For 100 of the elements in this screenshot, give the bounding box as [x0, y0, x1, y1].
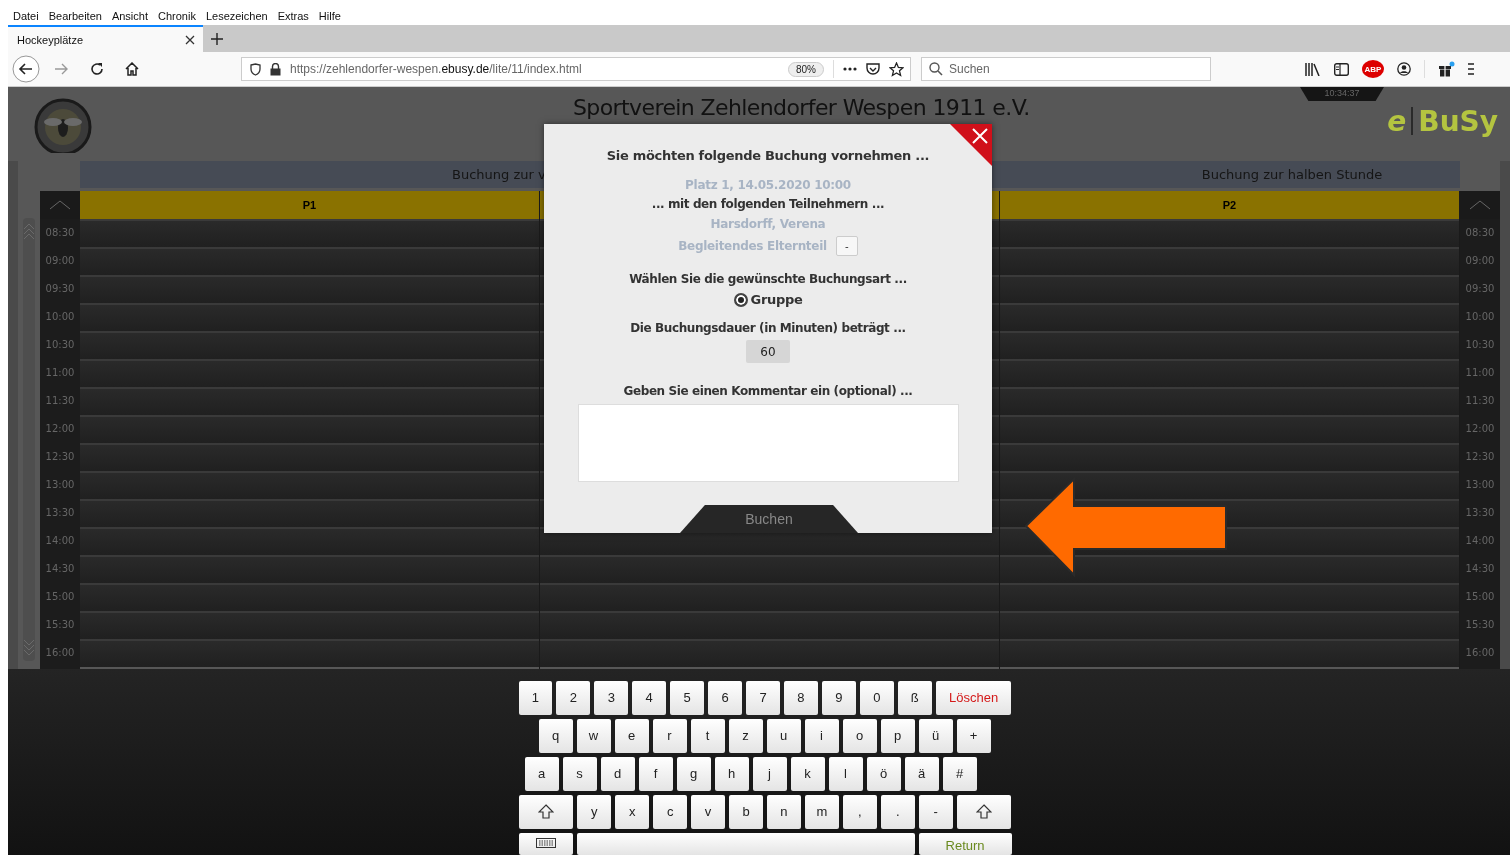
keyboard-key[interactable]: p [880, 719, 915, 753]
keyboard-key[interactable]: t [690, 719, 725, 753]
menu-item[interactable]: Bearbeiten [48, 10, 102, 23]
keyboard-key[interactable]: 9 [821, 681, 856, 715]
more-icon[interactable] [843, 67, 857, 72]
keyboard-key[interactable]: - [918, 795, 953, 829]
search-field[interactable]: Suchen [921, 57, 1211, 82]
time-label: 14:30 [1464, 562, 1496, 577]
keyboard-icon [535, 838, 556, 848]
keyboard-key[interactable]: n [767, 795, 801, 829]
keyboard-key[interactable]: b [729, 795, 763, 829]
keyboard-key[interactable]: # [942, 757, 977, 791]
zoom-level-button[interactable]: 80% [788, 61, 824, 77]
keyboard-key[interactable]: ß [897, 681, 932, 715]
menu-item[interactable]: Lesezeichen [205, 10, 268, 23]
keyboard-key[interactable]: 1 [518, 681, 553, 715]
keyboard-key[interactable]: j [752, 757, 787, 791]
adblock-button[interactable]: ABP [1362, 60, 1384, 79]
reload-icon[interactable] [90, 62, 104, 77]
keyboard-key[interactable]: q [538, 719, 573, 753]
keyboard-key[interactable]: o [842, 719, 877, 753]
time-label: 09:30 [44, 282, 76, 297]
sidebar-icon[interactable] [1334, 62, 1349, 76]
radio-option[interactable]: Gruppe [733, 292, 803, 307]
account-icon[interactable] [1397, 62, 1411, 77]
chevron-up-icon[interactable] [23, 222, 35, 242]
keyboard-key[interactable]: y [577, 795, 612, 829]
home-icon[interactable] [125, 62, 139, 77]
forward-icon[interactable] [55, 63, 69, 76]
keyboard-key[interactable]: u [766, 719, 801, 753]
menu-item[interactable]: Chronik [158, 10, 196, 23]
keyboard-key[interactable] [518, 833, 574, 855]
keyboard-key[interactable]: 4 [632, 681, 667, 715]
menu-item[interactable]: Datei [13, 10, 39, 23]
keyboard-key[interactable]: Return [918, 833, 1012, 855]
keyboard-key[interactable]: e [614, 719, 649, 753]
time-label: 09:00 [1464, 254, 1496, 269]
keyboard-key[interactable]: 2 [556, 681, 591, 715]
keyboard-key[interactable]: 0 [859, 681, 894, 715]
keyboard-key[interactable]: s [562, 757, 597, 791]
chevron-down-icon[interactable] [23, 637, 35, 657]
menu-item[interactable]: Extras [277, 10, 309, 23]
keyboard-key[interactable]: + [956, 719, 991, 753]
keyboard-key[interactable]: x [615, 795, 650, 829]
chevron-up-icon[interactable] [1469, 200, 1491, 210]
new-tab-icon[interactable] [211, 32, 223, 45]
keyboard-key[interactable]: ü [918, 719, 953, 753]
keyboard-key[interactable]: v [691, 795, 726, 829]
duration-value[interactable]: 60 [746, 340, 790, 363]
keyboard-key[interactable]: 3 [594, 681, 629, 715]
time-label: 14:00 [44, 534, 76, 549]
keyboard-key[interactable]: h [714, 757, 749, 791]
keyboard-key[interactable]: 5 [670, 681, 705, 715]
keyboard-key[interactable]: 8 [783, 681, 818, 715]
close-icon[interactable] [185, 34, 195, 45]
keyboard-key[interactable]: c [653, 795, 688, 829]
keyboard-key[interactable]: d [600, 757, 635, 791]
url-text: https://zehlendorfer-wespen.ebusy.de/lite/11/index.html [290, 62, 583, 77]
keyboard-key[interactable]: f [638, 757, 673, 791]
pocket-icon[interactable] [866, 62, 880, 76]
remove-button[interactable]: - [835, 236, 858, 256]
menu-item[interactable]: Ansicht [111, 10, 148, 23]
keyboard-key[interactable]: g [676, 757, 711, 791]
keyboard-key[interactable]: 7 [746, 681, 780, 715]
gift-icon[interactable] [1438, 61, 1455, 78]
library-icon[interactable] [1305, 62, 1321, 76]
back-icon[interactable] [12, 55, 40, 84]
time-label: 14:30 [44, 562, 76, 577]
keyboard-key[interactable]: i [804, 719, 839, 753]
time-label: 12:30 [1464, 450, 1496, 465]
chevron-up-icon[interactable] [49, 200, 71, 210]
keyboard-key[interactable]: a [524, 757, 559, 791]
time-label: 15:30 [44, 618, 76, 633]
keyboard-key[interactable]: . [880, 795, 915, 829]
keyboard-key[interactable]: 6 [708, 681, 743, 715]
shield-icon[interactable] [250, 62, 261, 76]
keyboard-key[interactable]: ä [904, 757, 939, 791]
menu-item[interactable]: Hilfe [318, 10, 341, 23]
keyboard-key[interactable]: l [828, 757, 863, 791]
shift-key[interactable] [518, 795, 574, 829]
keyboard-key[interactable]: r [652, 719, 687, 753]
keyboard-key[interactable]: z [728, 719, 763, 753]
keyboard-key[interactable]: ö [866, 757, 901, 791]
keyboard-key[interactable]: k [790, 757, 825, 791]
keyboard-key[interactable]: , [842, 795, 877, 829]
scrollbar[interactable] [23, 218, 35, 661]
keyboard-key[interactable]: w [576, 719, 611, 753]
time-label: 11:30 [44, 394, 76, 409]
keyboard-key[interactable]: m [804, 795, 839, 829]
time-label: 15:00 [44, 590, 76, 605]
star-icon[interactable] [889, 61, 904, 77]
address-bar[interactable]: https://zehlendorfer-wespen.ebusy.de/lite/11/index.html 80% [241, 57, 911, 82]
keyboard-key[interactable]: Löschen [935, 681, 1012, 715]
menu-icon[interactable] [1468, 63, 1474, 76]
shift-key[interactable] [956, 795, 1012, 829]
browser-tab[interactable]: Hockeyplätze [8, 24, 203, 53]
time-label: 12:00 [44, 422, 76, 437]
book-button[interactable]: Buchen [680, 505, 858, 533]
lock-icon[interactable] [270, 62, 281, 76]
comment-field[interactable] [577, 404, 959, 482]
